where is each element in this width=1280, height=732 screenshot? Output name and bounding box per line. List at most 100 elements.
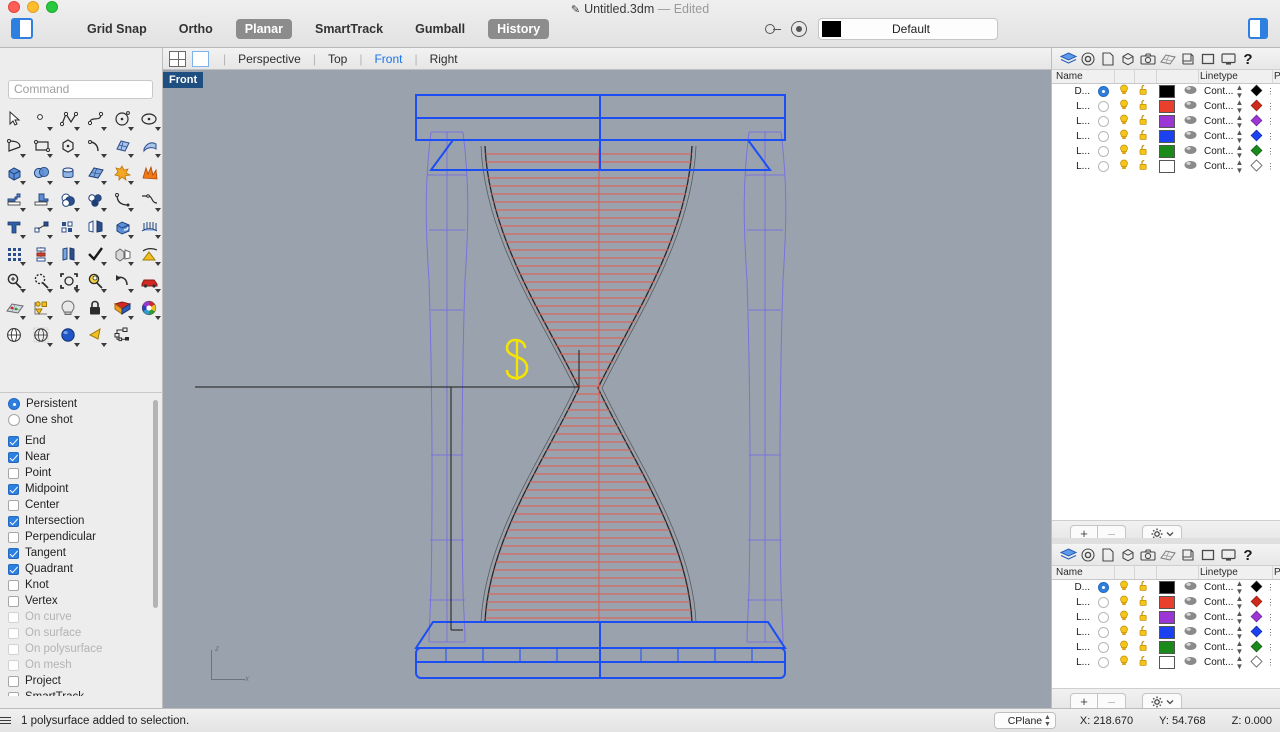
cplane-selector[interactable]: CPlane ▲ ▼ [993,712,1056,729]
monitor-icon[interactable] [1218,49,1238,69]
print-color-swatch[interactable] [1250,129,1263,145]
undo-view-icon[interactable] [110,268,136,294]
layer-linetype[interactable]: Cont... [1204,642,1233,653]
toggle-smarttrack[interactable]: SmartTrack [306,19,392,39]
render-icon[interactable] [1158,49,1178,69]
layer-current-radio[interactable] [1098,131,1109,142]
unlock-icon[interactable] [1138,580,1150,595]
layer-linetype[interactable]: Cont... [1204,161,1233,172]
table-row[interactable]: L... Cont... ▲ ▼ ⋮ [1052,639,1280,656]
rectangle-icon[interactable] [29,133,55,159]
fillet-curve-icon[interactable] [110,187,136,213]
cplane-icon[interactable] [2,295,28,321]
toggle-gumball[interactable]: Gumball [406,19,474,39]
print-color-swatch[interactable] [1250,144,1263,160]
box-icon[interactable] [2,160,28,186]
print-color-swatch[interactable] [1250,114,1263,130]
layers-icon[interactable] [1058,545,1078,565]
layer-linetype[interactable]: Cont... [1204,146,1233,157]
surface-sweep-icon[interactable] [137,133,163,159]
split-icon[interactable] [110,241,136,267]
object-properties-icon[interactable] [29,295,55,321]
material-sphere-icon[interactable] [1184,130,1197,143]
select-arrow-icon[interactable] [2,106,28,132]
box-icon[interactable] [1118,49,1138,69]
osnap-end[interactable]: End [8,433,156,449]
layer-current-radio[interactable] [1098,146,1109,157]
text-icon[interactable] [2,214,28,240]
osnap-center[interactable]: Center [8,497,156,513]
osnap-mode-one-shot[interactable]: One shot [8,412,156,428]
osnap-mode-persistent[interactable]: Persistent [8,396,156,412]
layer-current-radio[interactable] [1098,612,1109,623]
print-stepper-icon[interactable]: ⋮ [1266,162,1274,171]
zoom-selected-icon[interactable] [29,268,55,294]
print-color-swatch[interactable] [1250,580,1263,596]
print-stepper-icon[interactable]: ⋮ [1266,658,1274,667]
monitor-icon[interactable] [1218,545,1238,565]
layer-key-icon[interactable] [760,19,781,39]
viewport-icon[interactable] [1198,49,1218,69]
print-stepper-icon[interactable]: ⋮ [1266,598,1274,607]
osnap-project[interactable]: Project [8,673,156,689]
layer-current-radio[interactable] [1098,627,1109,638]
layer-linetype[interactable]: Cont... [1204,131,1233,142]
material-sphere-icon[interactable] [1184,160,1197,173]
cylinder-icon[interactable] [56,160,82,186]
lightbulb-icon[interactable] [1118,655,1130,670]
layer-current-radio[interactable] [1098,86,1109,97]
layer-color-swatch[interactable] [1159,160,1175,173]
lock-icon[interactable] [83,295,109,321]
toggle-planar[interactable]: Planar [235,19,292,39]
print-color-swatch[interactable] [1250,595,1263,611]
sphere-render-icon[interactable] [56,322,82,348]
viewport-tab-perspective[interactable]: Perspective [234,52,305,66]
unlock-icon[interactable] [1138,114,1150,129]
layer-color-swatch[interactable] [1159,626,1175,639]
layer-linetype[interactable]: Cont... [1204,612,1233,623]
curve-icon[interactable] [83,106,109,132]
osnap-knot[interactable]: Knot [8,577,156,593]
layer-color-swatch[interactable] [1159,85,1175,98]
layer-linetype[interactable]: Cont... [1204,101,1233,112]
table-row[interactable]: L... Cont... ▲ ▼ ⋮ [1052,113,1280,130]
page-icon[interactable] [1098,49,1118,69]
table-row[interactable]: L... Cont... ▲ ▼ ⋮ [1052,654,1280,670]
cap-icon[interactable] [110,214,136,240]
lightbulb-icon[interactable] [1118,580,1130,595]
print-stepper-icon[interactable]: ⋮ [1266,147,1274,156]
table-row[interactable]: L... Cont... ▲ ▼ ⋮ [1052,98,1280,114]
free-curve-icon[interactable] [83,133,109,159]
layer-color-swatch[interactable] [1159,656,1175,669]
lightbulb-icon[interactable] [1118,114,1130,129]
layer-current-radio[interactable] [1098,642,1109,653]
lightbulb-icon[interactable] [1118,129,1130,144]
lightbulb-icon[interactable] [1118,595,1130,610]
toggle-grid-snap[interactable]: Grid Snap [78,19,156,39]
print-color-swatch[interactable] [1250,84,1263,100]
single-view-layout-button[interactable] [192,50,209,67]
print-stepper-icon[interactable]: ⋮ [1266,643,1274,652]
layer-color-swatch[interactable] [1159,641,1175,654]
material-sphere-icon[interactable] [1184,581,1197,594]
spotlight-icon[interactable] [83,322,109,348]
osnap-scrollbar[interactable] [152,400,158,700]
unlock-icon[interactable] [1138,640,1150,655]
loft-icon[interactable] [137,214,163,240]
material-sphere-icon[interactable] [1184,641,1197,654]
layer-linetype[interactable]: Cont... [1204,116,1233,127]
material-sphere-icon[interactable] [1184,656,1197,669]
layer-color-swatch[interactable] [1159,115,1175,128]
viewport-front[interactable]: Front z x [163,70,1051,708]
lightbulb-icon[interactable] [1118,640,1130,655]
page-icon[interactable] [1098,545,1118,565]
osnap-tangent[interactable]: Tangent [8,545,156,561]
linetype-stepper-icon[interactable]: ▲ ▼ [1235,158,1243,175]
command-input[interactable]: Command [8,80,153,99]
layer-current-radio[interactable] [1098,657,1109,668]
print-color-swatch[interactable] [1250,640,1263,656]
named-view-icon[interactable] [137,268,163,294]
table-row[interactable]: L... Cont... ▲ ▼ ⋮ [1052,143,1280,160]
lightbulb-icon[interactable] [1118,99,1130,114]
print-stepper-icon[interactable]: ⋮ [1266,613,1274,622]
